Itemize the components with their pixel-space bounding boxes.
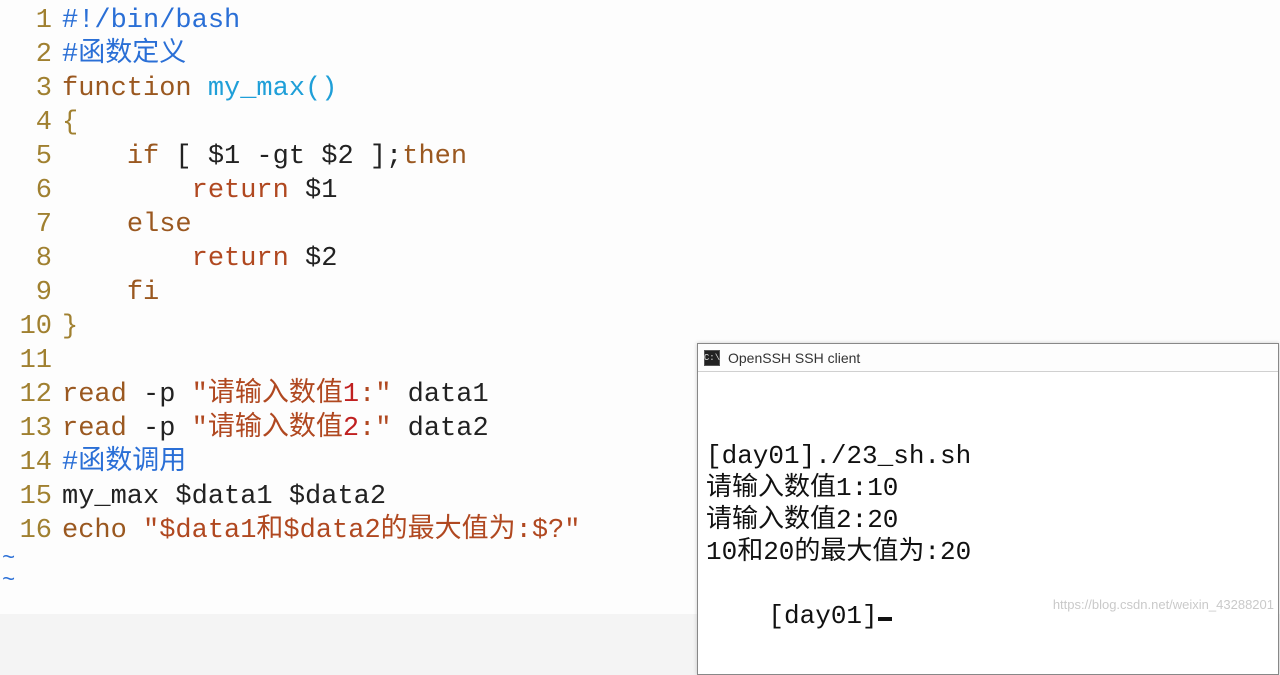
code-content[interactable]: } — [62, 310, 1280, 344]
line-number: 8 — [0, 242, 62, 276]
code-line[interactable]: 10} — [0, 310, 1280, 344]
line-number: 7 — [0, 208, 62, 242]
terminal-line: 请输入数值2:20 — [706, 504, 1270, 536]
line-number: 13 — [0, 412, 62, 446]
terminal-prompt: [day01] — [768, 601, 877, 631]
code-line[interactable]: 1#!/bin/bash — [0, 4, 1280, 38]
code-line[interactable]: 2#函数定义 — [0, 38, 1280, 72]
code-line[interactable]: 9 fi — [0, 276, 1280, 310]
terminal-window[interactable]: C:\ OpenSSH SSH client [day01]./23_sh.sh… — [697, 343, 1279, 675]
line-number: 14 — [0, 446, 62, 480]
terminal-output[interactable]: [day01]./23_sh.sh请输入数值1:10请输入数值2:2010和20… — [698, 372, 1278, 674]
line-number: 3 — [0, 72, 62, 106]
terminal-line: 10和20的最大值为:20 — [706, 536, 1270, 568]
code-line[interactable]: 6 return $1 — [0, 174, 1280, 208]
code-content[interactable]: function my_max() — [62, 72, 1280, 106]
terminal-title-text: OpenSSH SSH client — [728, 350, 860, 366]
code-line[interactable]: 4{ — [0, 106, 1280, 140]
watermark: https://blog.csdn.net/weixin_43288201 — [1053, 597, 1274, 612]
line-number: 12 — [0, 378, 62, 412]
code-content[interactable]: { — [62, 106, 1280, 140]
code-line[interactable]: 5 if [ $1 -gt $2 ];then — [0, 140, 1280, 174]
code-content[interactable]: #!/bin/bash — [62, 4, 1280, 38]
line-number: 4 — [0, 106, 62, 140]
terminal-line: 请输入数值1:10 — [706, 472, 1270, 504]
code-line[interactable]: 3function my_max() — [0, 72, 1280, 106]
line-number: 11 — [0, 344, 62, 378]
line-number: 5 — [0, 140, 62, 174]
line-number: 6 — [0, 174, 62, 208]
code-content[interactable]: fi — [62, 276, 1280, 310]
line-number: 16 — [0, 514, 62, 548]
terminal-icon: C:\ — [704, 350, 720, 366]
code-line[interactable]: 8 return $2 — [0, 242, 1280, 276]
line-number: 10 — [0, 310, 62, 344]
line-number: 15 — [0, 480, 62, 514]
code-content[interactable]: else — [62, 208, 1280, 242]
line-number: 9 — [0, 276, 62, 310]
terminal-cursor — [878, 617, 892, 621]
line-number: 2 — [0, 38, 62, 72]
code-content[interactable]: return $2 — [62, 242, 1280, 276]
terminal-line: [day01]./23_sh.sh — [706, 440, 1270, 472]
code-line[interactable]: 7 else — [0, 208, 1280, 242]
code-content[interactable]: return $1 — [62, 174, 1280, 208]
line-number: 1 — [0, 4, 62, 38]
code-content[interactable]: if [ $1 -gt $2 ];then — [62, 140, 1280, 174]
terminal-titlebar[interactable]: C:\ OpenSSH SSH client — [698, 344, 1278, 372]
code-content[interactable]: #函数定义 — [62, 38, 1280, 72]
